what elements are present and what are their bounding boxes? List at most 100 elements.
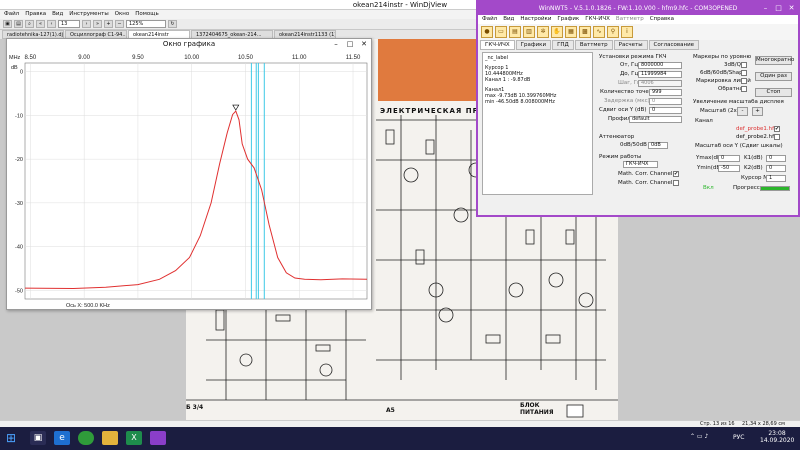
open-file-icon[interactable]: ▭ bbox=[495, 26, 507, 38]
close-icon[interactable]: ✕ bbox=[357, 39, 371, 49]
menu-sweep[interactable]: ГКЧ-ИЧХ bbox=[585, 15, 610, 24]
marker-lines-checkbox[interactable] bbox=[741, 78, 747, 84]
prev-page-icon[interactable]: ‹ bbox=[47, 20, 56, 28]
first-page-icon[interactable]: « bbox=[36, 20, 45, 28]
probe-icon[interactable]: ⚲ bbox=[607, 26, 619, 38]
probe2-checkbox[interactable] bbox=[774, 134, 780, 140]
graph-window[interactable]: Окно графика – □ ✕ 8.50 9.00 9.50 10.00 10.50 1… bbox=[6, 38, 372, 310]
points-input[interactable]: 999 bbox=[649, 89, 682, 96]
ie-browser-icon[interactable]: e bbox=[54, 431, 70, 445]
close-icon[interactable]: ✕ bbox=[785, 2, 798, 15]
page-orange-cover bbox=[378, 39, 478, 101]
winnwt-app-icon[interactable] bbox=[150, 431, 166, 445]
corr2-label: Math. Corr. Channel2 bbox=[618, 180, 676, 186]
print-icon[interactable]: ▥ bbox=[523, 26, 535, 38]
rotate-icon[interactable]: ↻ bbox=[168, 20, 177, 28]
maximize-icon[interactable]: □ bbox=[343, 39, 357, 49]
marker-6db-checkbox[interactable] bbox=[741, 70, 747, 76]
x-tick-label: 9.00 bbox=[78, 55, 90, 61]
open-icon[interactable]: ▣ bbox=[3, 20, 12, 28]
response-chart[interactable]: 8.50 9.00 9.50 10.00 10.50 11.00 11.50 0 -10 -20 -… bbox=[7, 49, 371, 309]
zoom-out-icon[interactable]: − bbox=[115, 20, 124, 28]
profile-select[interactable]: default bbox=[629, 116, 682, 123]
single-sweep-button[interactable]: Один раз bbox=[755, 72, 792, 81]
mode-title: Режим работы bbox=[599, 154, 642, 160]
tab-matching[interactable]: Согласование bbox=[648, 40, 700, 50]
to-frequency-input[interactable]: 11999984 bbox=[638, 71, 682, 78]
from-frequency-input[interactable]: 8000000 bbox=[638, 62, 682, 69]
menu-file[interactable]: Файл bbox=[4, 10, 19, 19]
corr2-checkbox[interactable] bbox=[673, 180, 679, 186]
minimize-icon[interactable]: – bbox=[759, 2, 772, 15]
ymax-select[interactable]: 0 bbox=[718, 155, 740, 162]
k1-select[interactable]: 0 bbox=[766, 155, 786, 162]
zoom-in-icon[interactable]: + bbox=[104, 20, 113, 28]
page-number-input[interactable]: 13 bbox=[58, 20, 80, 28]
x-axis-label: Ось X: 500.0 KHz bbox=[66, 303, 110, 309]
zoom-select[interactable]: 125% bbox=[126, 20, 166, 28]
menu-tools[interactable]: Инструменты bbox=[69, 10, 108, 19]
print-icon[interactable]: ▤ bbox=[14, 20, 23, 28]
menu-help[interactable]: Помощь bbox=[135, 10, 158, 19]
grid-icon[interactable]: ▩ bbox=[579, 26, 591, 38]
zoom-plus-button[interactable]: + bbox=[752, 107, 763, 116]
tab-wattmeter[interactable]: Ваттметр bbox=[574, 40, 613, 50]
zoom-title: Увеличение масштаба дисплея bbox=[693, 99, 784, 105]
mode-select[interactable]: ГКЧ-ИЧХ bbox=[623, 161, 658, 168]
x-tick-label: 10.50 bbox=[238, 55, 254, 61]
marker-3db-checkbox[interactable] bbox=[741, 62, 747, 68]
cursor-select[interactable]: 1 bbox=[766, 175, 786, 182]
tab-vfo[interactable]: ГПД bbox=[552, 40, 574, 50]
menu-edit[interactable]: Правка bbox=[25, 10, 46, 19]
menu-window[interactable]: Окно bbox=[115, 10, 130, 19]
wave-icon[interactable]: ∿ bbox=[593, 26, 605, 38]
zoom-minus-button[interactable]: - bbox=[737, 107, 748, 116]
menu-graph[interactable]: График bbox=[557, 15, 579, 24]
corr1-checkbox[interactable]: ✔ bbox=[673, 171, 679, 177]
ymin-select[interactable]: -50 bbox=[718, 165, 740, 172]
stop-button[interactable]: Стоп bbox=[755, 88, 792, 97]
shift-input[interactable]: 0 bbox=[649, 107, 682, 114]
points-label: Количество точек bbox=[600, 89, 653, 95]
cursor-label: Курсор № bbox=[741, 175, 769, 181]
menu-file[interactable]: Файл bbox=[482, 15, 497, 24]
last-page-icon[interactable]: » bbox=[93, 20, 102, 28]
attenuator-select[interactable]: 0dB bbox=[648, 142, 668, 149]
save-file-icon[interactable]: ▤ bbox=[509, 26, 521, 38]
tab-graphs[interactable]: Графики bbox=[515, 40, 552, 50]
calibrate-icon[interactable]: ▦ bbox=[565, 26, 577, 38]
tab-calculations[interactable]: Расчеты bbox=[613, 40, 648, 50]
winnwt-toolbar: ● ▭ ▤ ▥ ✲ ✋ ▦ ▩ ∿ ⚲ i bbox=[478, 24, 798, 40]
excel-icon[interactable]: X bbox=[126, 431, 142, 445]
language-indicator[interactable]: РУС bbox=[733, 434, 744, 441]
winnwt-window[interactable]: WinNWT5 - V.5.1.0.1826 - FW:1.10.V00 - h… bbox=[476, 0, 800, 217]
channel-title: Канал bbox=[695, 118, 713, 124]
unit-left-label: dB bbox=[11, 65, 18, 71]
menu-wattmeter[interactable]: Ваттметр bbox=[616, 15, 644, 24]
minimize-icon[interactable]: – bbox=[329, 39, 343, 49]
k2-select[interactable]: 0 bbox=[766, 165, 786, 172]
find-icon[interactable]: ⌕ bbox=[25, 20, 34, 28]
sweep-start-icon[interactable]: ● bbox=[481, 26, 493, 38]
menu-view[interactable]: Вид bbox=[503, 15, 514, 24]
info-icon[interactable]: i bbox=[621, 26, 633, 38]
folder-icon[interactable] bbox=[102, 431, 118, 445]
tray-icons[interactable]: ⌃ ▭ ♪ bbox=[690, 433, 708, 440]
settings-icon[interactable]: ✲ bbox=[537, 26, 549, 38]
tab-sweep[interactable]: ГКЧ-ИЧХ bbox=[480, 40, 515, 50]
explorer-icon[interactable]: ▣ bbox=[30, 431, 46, 445]
chrome-icon[interactable] bbox=[78, 431, 94, 445]
marker-6db-label: 6dB/60dB/Shape bbox=[700, 70, 746, 76]
hand-icon[interactable]: ✋ bbox=[551, 26, 563, 38]
y-tick-label: -20 bbox=[15, 157, 23, 163]
clock[interactable]: 23:08 14.09.2020 bbox=[760, 430, 794, 444]
menu-help[interactable]: Справка bbox=[650, 15, 674, 24]
start-windows-icon[interactable]: ⊞ bbox=[6, 431, 20, 445]
marker-reverse-checkbox[interactable] bbox=[741, 86, 747, 92]
probe1-checkbox[interactable]: ✔ bbox=[774, 126, 780, 132]
maximize-icon[interactable]: □ bbox=[772, 2, 785, 15]
menu-settings[interactable]: Настройки bbox=[520, 15, 551, 24]
multi-sweep-button[interactable]: Многократно bbox=[755, 56, 794, 65]
next-page-icon[interactable]: › bbox=[82, 20, 91, 28]
menu-view[interactable]: Вид bbox=[52, 10, 63, 19]
